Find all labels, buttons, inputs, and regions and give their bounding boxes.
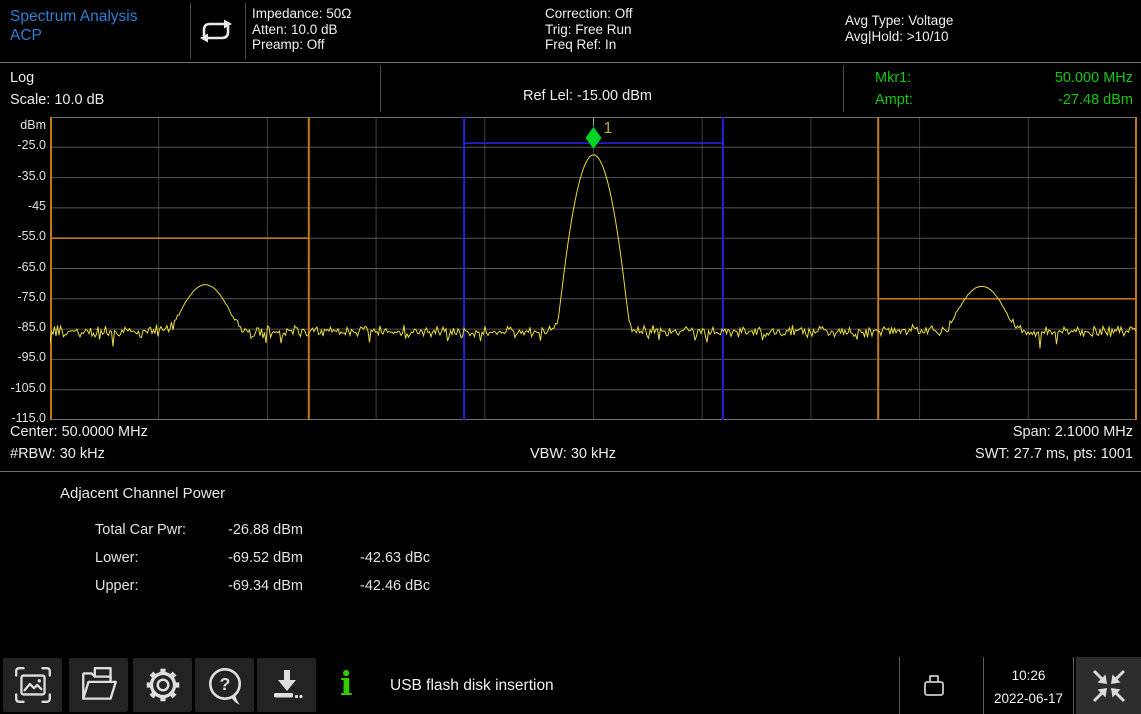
preamp-readout: Preamp: Off <box>252 37 351 53</box>
settings-divider <box>380 65 381 112</box>
acp-title: Adjacent Channel Power <box>60 485 225 502</box>
file-button[interactable] <box>69 658 128 712</box>
info-icon: i <box>340 660 353 708</box>
acp-row-lower: Lower: -69.52 dBm -42.63 dBc <box>95 550 430 566</box>
header-separator <box>0 62 1141 63</box>
screenshot-icon <box>12 664 54 706</box>
marker-freq-value: 50.000 MHz <box>1055 67 1133 89</box>
rbw-readout: #RBW: 30 kHz <box>10 446 105 462</box>
marker-ampt-label: Ampt: <box>875 89 913 111</box>
toolbar-divider <box>1073 657 1074 714</box>
collapse-button[interactable] <box>1076 657 1141 714</box>
marker-readout: Mkr1: 50.000 MHz Ampt: -27.48 dBm <box>875 67 1133 111</box>
acp-row-power: -26.88 dBm <box>228 522 360 538</box>
freq-ref-readout: Freq Ref: In <box>545 37 633 53</box>
y-axis-tick-label: -85.0 <box>18 320 47 334</box>
center-freq-readout: Center: 50.0000 MHz <box>10 424 148 440</box>
clock: 10:26 2022-06-17 <box>984 664 1073 710</box>
save-icon <box>267 665 307 705</box>
span-readout: Span: 2.1000 MHz <box>1013 424 1133 440</box>
y-axis-tick-label: -35.0 <box>18 169 47 183</box>
header-divider <box>245 3 246 59</box>
vbw-readout: VBW: 30 kHz <box>530 446 616 462</box>
acp-row-label: Upper: <box>95 578 228 594</box>
continuous-sweep-button[interactable] <box>194 8 242 54</box>
average-settings-readout: Avg Type: Voltage Avg|Hold: >10/10 <box>845 13 953 44</box>
acp-row-power: -69.34 dBm <box>228 578 360 594</box>
help-button[interactable]: ? <box>195 658 254 712</box>
y-axis-tick-label: -75.0 <box>18 290 47 304</box>
trig-readout: Trig: Free Run <box>545 22 633 38</box>
y-axis-tick-label: -105.0 <box>11 381 46 395</box>
impedance-readout: Impedance: 50Ω <box>252 6 351 22</box>
screenshot-button[interactable] <box>3 658 62 712</box>
y-axis-tick-label: -25.0 <box>18 138 47 152</box>
toolbar-divider <box>899 657 900 714</box>
y-axis-unit-label: dBm <box>20 118 46 132</box>
y-axis-tick-label: -55.0 <box>18 229 47 243</box>
marker-ampt-value: -27.48 dBm <box>1058 89 1133 111</box>
acp-row-rel: -42.46 dBc <box>360 578 430 594</box>
trigger-settings-readout: Correction: Off Trig: Free Run Freq Ref:… <box>545 6 633 53</box>
svg-text:?: ? <box>219 674 230 694</box>
y-axis-tick-label: -95.0 <box>18 350 47 364</box>
file-icon <box>78 664 120 706</box>
help-icon: ? <box>204 664 246 706</box>
avg-type-readout: Avg Type: Voltage <box>845 13 953 29</box>
y-axis-tick-label: -65.0 <box>18 260 47 274</box>
spectrum-analyzer-screen: Spectrum Analysis ACP Impedance: 50Ω Att… <box>0 0 1141 714</box>
atten-readout: Atten: 10.0 dB <box>252 22 351 38</box>
svg-text:1: 1 <box>604 120 613 137</box>
input-settings-readout: Impedance: 50Ω Atten: 10.0 dB Preamp: Of… <box>252 6 351 53</box>
swt-readout: SWT: 27.7 ms, pts: 1001 <box>975 446 1133 462</box>
acp-row-power: -69.52 dBm <box>228 550 360 566</box>
acp-row-total: Total Car Pwr: -26.88 dBm <box>95 522 360 538</box>
y-axis: dBm -25.0 -35.0 -45 -55.0 -65.0 -75.0 -85.0 -95… <box>0 0 46 430</box>
time-label: 10:26 <box>984 664 1073 687</box>
acp-row-label: Total Car Pwr: <box>95 522 228 538</box>
header-divider <box>190 3 191 59</box>
status-message: USB flash disk insertion <box>390 657 554 714</box>
acp-row-upper: Upper: -69.34 dBm -42.46 dBc <box>95 578 430 594</box>
marker-name-label: Mkr1: <box>875 67 911 89</box>
correction-readout: Correction: Off <box>545 6 633 22</box>
ref-level-readout: Ref Lel: -15.00 dBm <box>523 88 652 104</box>
settings-divider <box>843 65 844 112</box>
y-axis-tick-label: -115.0 <box>11 411 46 425</box>
marker-diamond <box>586 127 602 149</box>
collapse-icon <box>1089 666 1129 706</box>
results-separator <box>0 471 1141 472</box>
save-button[interactable] <box>257 658 316 712</box>
date-label: 2022-06-17 <box>984 687 1073 710</box>
avg-hold-readout: Avg|Hold: >10/10 <box>845 29 953 45</box>
acp-row-label: Lower: <box>95 550 228 566</box>
acp-row-rel: -42.63 dBc <box>360 550 430 566</box>
y-axis-tick-label: -45 <box>28 199 46 213</box>
usb-device-icon <box>921 671 947 699</box>
spectrum-plot[interactable]: 1 <box>50 117 1137 420</box>
continuous-sweep-icon <box>194 15 238 47</box>
settings-button[interactable] <box>133 658 192 712</box>
settings-gear-icon <box>142 664 184 706</box>
